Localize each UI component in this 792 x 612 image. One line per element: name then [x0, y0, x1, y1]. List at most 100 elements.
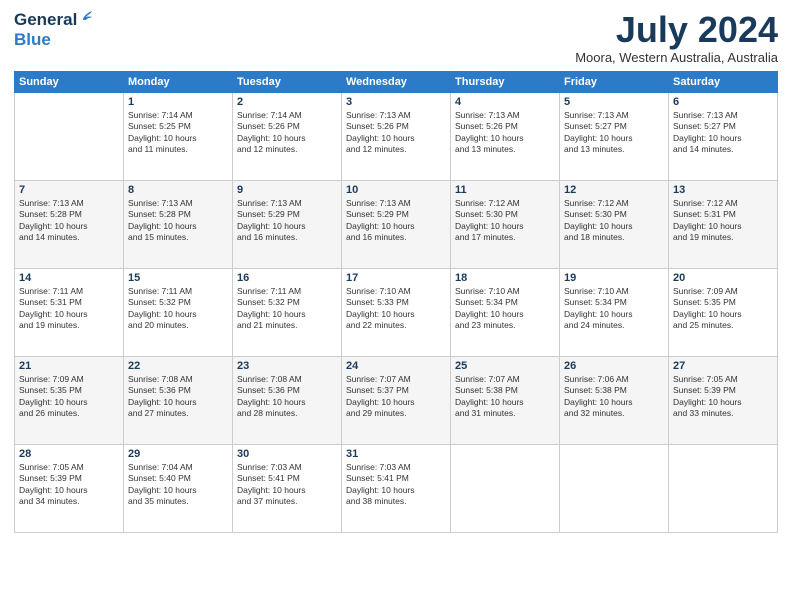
calendar-week-2: 7 Sunrise: 7:13 AMSunset: 5:28 PMDaylight…	[15, 180, 778, 268]
logo-bird-icon	[79, 10, 93, 24]
column-header-friday: Friday	[560, 71, 669, 92]
day-number: 23	[237, 360, 337, 372]
day-number: 2	[237, 96, 337, 108]
cell-content: Sunrise: 7:08 AMSunset: 5:36 PMDaylight:…	[237, 374, 337, 420]
day-number: 12	[564, 184, 664, 196]
calendar-cell	[669, 444, 778, 532]
day-number: 26	[564, 360, 664, 372]
day-number: 7	[19, 184, 119, 196]
column-header-tuesday: Tuesday	[233, 71, 342, 92]
day-number: 4	[455, 96, 555, 108]
day-number: 11	[455, 184, 555, 196]
cell-content: Sunrise: 7:05 AMSunset: 5:39 PMDaylight:…	[19, 462, 119, 508]
cell-content: Sunrise: 7:12 AMSunset: 5:31 PMDaylight:…	[673, 198, 773, 244]
calendar-cell: 18 Sunrise: 7:10 AMSunset: 5:34 PMDayligh…	[451, 268, 560, 356]
calendar-cell: 6 Sunrise: 7:13 AMSunset: 5:27 PMDaylight…	[669, 92, 778, 180]
calendar-cell: 28Sunrise: 7:05 AMSunset: 5:39 PMDayligh…	[15, 444, 124, 532]
day-number: 27	[673, 360, 773, 372]
column-header-thursday: Thursday	[451, 71, 560, 92]
calendar-cell: 3Sunrise: 7:13 AMSunset: 5:26 PMDaylight…	[342, 92, 451, 180]
calendar-cell	[15, 92, 124, 180]
month-title: July 2024	[575, 10, 778, 50]
calendar-header-row: SundayMondayTuesdayWednesdayThursdayFrid…	[15, 71, 778, 92]
cell-content: Sunrise: 7:10 AMSunset: 5:34 PMDaylight:…	[455, 286, 555, 332]
calendar-cell	[560, 444, 669, 532]
logo-general: General	[14, 10, 77, 30]
day-number: 6	[673, 96, 773, 108]
calendar-cell: 8 Sunrise: 7:13 AMSunset: 5:28 PMDaylight…	[124, 180, 233, 268]
day-number: 29	[128, 448, 228, 460]
calendar-cell: 20Sunrise: 7:09 AMSunset: 5:35 PMDayligh…	[669, 268, 778, 356]
day-number: 18	[455, 272, 555, 284]
calendar-cell: 24 Sunrise: 7:07 AMSunset: 5:37 PMDayligh…	[342, 356, 451, 444]
calendar-cell: 13 Sunrise: 7:12 AMSunset: 5:31 PMDayligh…	[669, 180, 778, 268]
day-number: 1	[128, 96, 228, 108]
calendar-week-4: 21Sunrise: 7:09 AMSunset: 5:35 PMDayligh…	[15, 356, 778, 444]
cell-content: Sunrise: 7:03 AMSunset: 5:41 PMDaylight:…	[346, 462, 446, 508]
cell-content: Sunrise: 7:11 AMSunset: 5:32 PMDaylight:…	[237, 286, 337, 332]
calendar-cell: 17 Sunrise: 7:10 AMSunset: 5:33 PMDayligh…	[342, 268, 451, 356]
title-block: July 2024 Moora, Western Australia, Aust…	[575, 10, 778, 65]
cell-content: Sunrise: 7:07 AMSunset: 5:38 PMDaylight:…	[455, 374, 555, 420]
header: General Blue July 2024 Moora, Western Au…	[14, 10, 778, 65]
cell-content: Sunrise: 7:13 AMSunset: 5:28 PMDaylight:…	[19, 198, 119, 244]
cell-content: Sunrise: 7:11 AMSunset: 5:31 PMDaylight:…	[19, 286, 119, 332]
cell-content: Sunrise: 7:13 AMSunset: 5:26 PMDaylight:…	[455, 110, 555, 156]
day-number: 8	[128, 184, 228, 196]
cell-content: Sunrise: 7:12 AMSunset: 5:30 PMDaylight:…	[455, 198, 555, 244]
cell-content: Sunrise: 7:04 AMSunset: 5:40 PMDaylight:…	[128, 462, 228, 508]
cell-content: Sunrise: 7:13 AMSunset: 5:27 PMDaylight:…	[673, 110, 773, 156]
day-number: 21	[19, 360, 119, 372]
cell-content: Sunrise: 7:07 AMSunset: 5:37 PMDaylight:…	[346, 374, 446, 420]
calendar-cell: 1 Sunrise: 7:14 AMSunset: 5:25 PMDaylight…	[124, 92, 233, 180]
calendar-cell: 12 Sunrise: 7:12 AMSunset: 5:30 PMDayligh…	[560, 180, 669, 268]
day-number: 9	[237, 184, 337, 196]
calendar-cell: 31 Sunrise: 7:03 AMSunset: 5:41 PMDayligh…	[342, 444, 451, 532]
location: Moora, Western Australia, Australia	[575, 50, 778, 65]
cell-content: Sunrise: 7:05 AMSunset: 5:39 PMDaylight:…	[673, 374, 773, 420]
cell-content: Sunrise: 7:14 AMSunset: 5:26 PMDaylight:…	[237, 110, 337, 156]
column-header-saturday: Saturday	[669, 71, 778, 92]
calendar-cell: 2 Sunrise: 7:14 AMSunset: 5:26 PMDaylight…	[233, 92, 342, 180]
calendar-cell: 14 Sunrise: 7:11 AMSunset: 5:31 PMDayligh…	[15, 268, 124, 356]
day-number: 25	[455, 360, 555, 372]
cell-content: Sunrise: 7:13 AMSunset: 5:28 PMDaylight:…	[128, 198, 228, 244]
calendar-cell: 16 Sunrise: 7:11 AMSunset: 5:32 PMDayligh…	[233, 268, 342, 356]
day-number: 30	[237, 448, 337, 460]
day-number: 17	[346, 272, 446, 284]
day-number: 16	[237, 272, 337, 284]
cell-content: Sunrise: 7:06 AMSunset: 5:38 PMDaylight:…	[564, 374, 664, 420]
calendar-week-3: 14 Sunrise: 7:11 AMSunset: 5:31 PMDayligh…	[15, 268, 778, 356]
column-header-monday: Monday	[124, 71, 233, 92]
logo-blue: Blue	[14, 30, 77, 50]
day-number: 14	[19, 272, 119, 284]
cell-content: Sunrise: 7:12 AMSunset: 5:30 PMDaylight:…	[564, 198, 664, 244]
calendar-cell: 10Sunrise: 7:13 AMSunset: 5:29 PMDayligh…	[342, 180, 451, 268]
cell-content: Sunrise: 7:10 AMSunset: 5:33 PMDaylight:…	[346, 286, 446, 332]
calendar-cell	[451, 444, 560, 532]
cell-content: Sunrise: 7:09 AMSunset: 5:35 PMDaylight:…	[673, 286, 773, 332]
cell-content: Sunrise: 7:14 AMSunset: 5:25 PMDaylight:…	[128, 110, 228, 156]
calendar-cell: 26 Sunrise: 7:06 AMSunset: 5:38 PMDayligh…	[560, 356, 669, 444]
calendar-cell: 22Sunrise: 7:08 AMSunset: 5:36 PMDayligh…	[124, 356, 233, 444]
cell-content: Sunrise: 7:13 AMSunset: 5:29 PMDaylight:…	[346, 198, 446, 244]
day-number: 5	[564, 96, 664, 108]
cell-content: Sunrise: 7:13 AMSunset: 5:29 PMDaylight:…	[237, 198, 337, 244]
calendar-cell: 27 Sunrise: 7:05 AMSunset: 5:39 PMDayligh…	[669, 356, 778, 444]
calendar-cell: 15Sunrise: 7:11 AMSunset: 5:32 PMDayligh…	[124, 268, 233, 356]
day-number: 3	[346, 96, 446, 108]
day-number: 24	[346, 360, 446, 372]
calendar-cell: 9 Sunrise: 7:13 AMSunset: 5:29 PMDaylight…	[233, 180, 342, 268]
column-header-wednesday: Wednesday	[342, 71, 451, 92]
cell-content: Sunrise: 7:13 AMSunset: 5:27 PMDaylight:…	[564, 110, 664, 156]
column-header-sunday: Sunday	[15, 71, 124, 92]
day-number: 13	[673, 184, 773, 196]
cell-content: Sunrise: 7:11 AMSunset: 5:32 PMDaylight:…	[128, 286, 228, 332]
calendar-cell: 19Sunrise: 7:10 AMSunset: 5:34 PMDayligh…	[560, 268, 669, 356]
calendar-cell: 4 Sunrise: 7:13 AMSunset: 5:26 PMDaylight…	[451, 92, 560, 180]
calendar-week-5: 28Sunrise: 7:05 AMSunset: 5:39 PMDayligh…	[15, 444, 778, 532]
day-number: 31	[346, 448, 446, 460]
page: General Blue July 2024 Moora, Western Au…	[0, 0, 792, 612]
logo: General Blue	[14, 10, 77, 49]
cell-content: Sunrise: 7:08 AMSunset: 5:36 PMDaylight:…	[128, 374, 228, 420]
